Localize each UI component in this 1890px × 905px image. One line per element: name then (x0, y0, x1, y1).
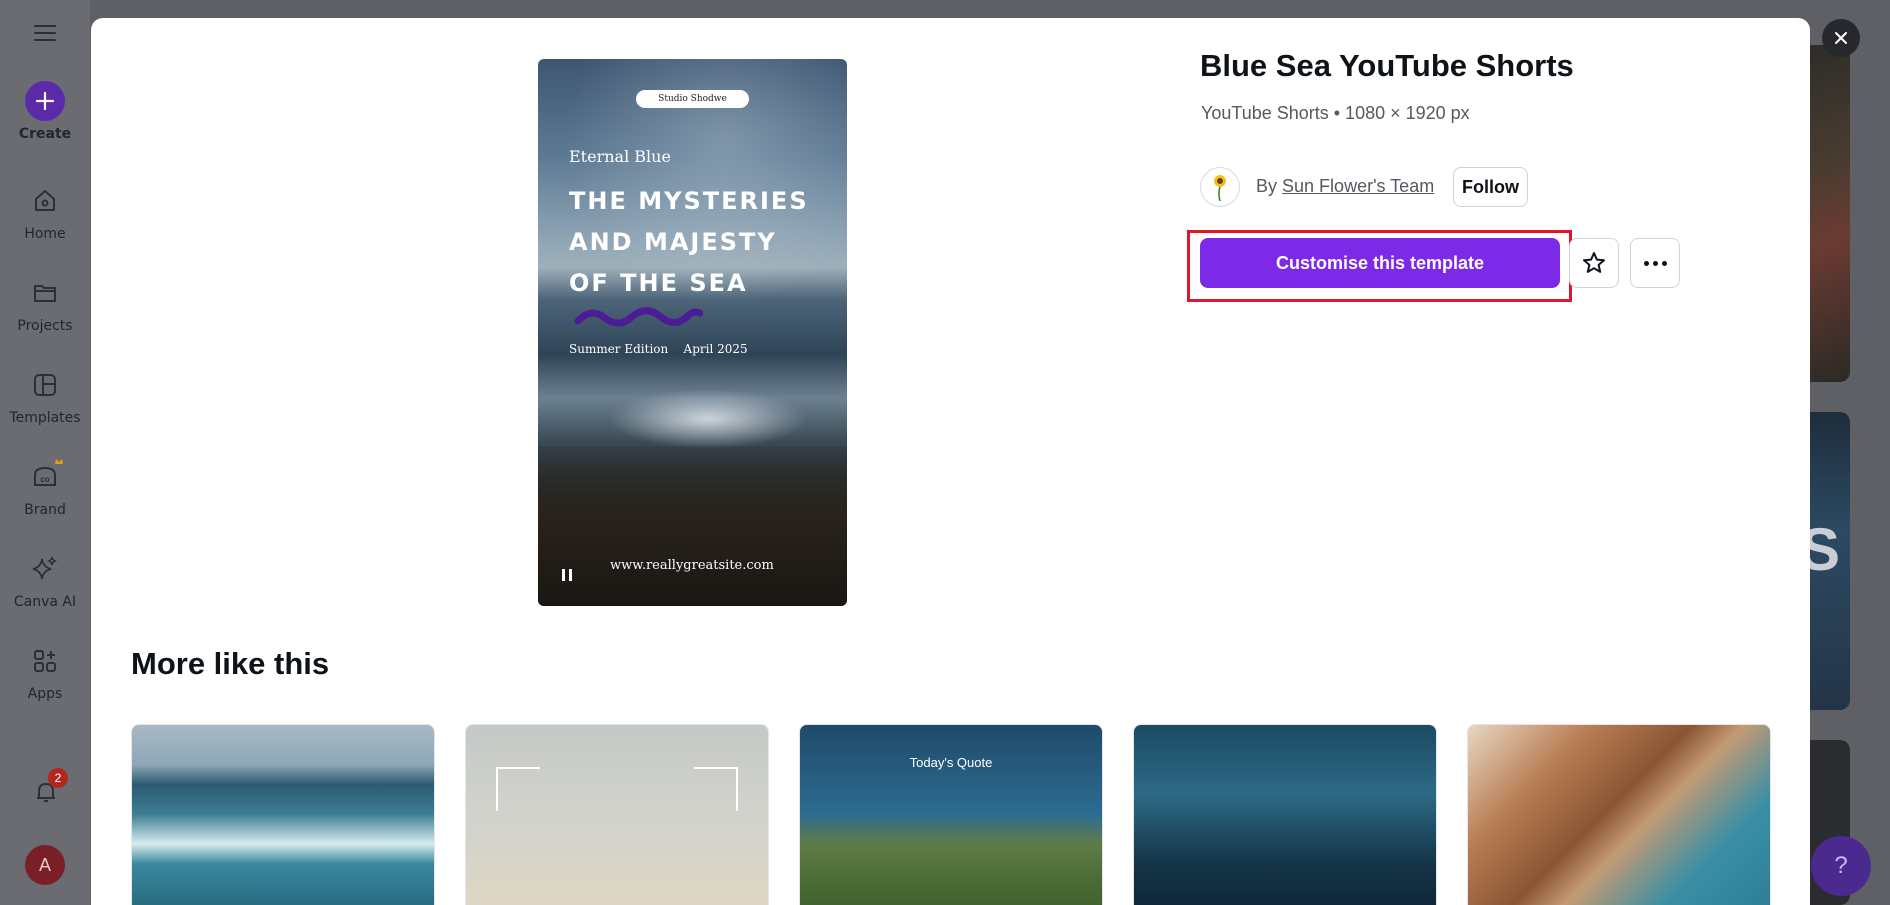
help-button[interactable]: ? (1811, 836, 1871, 896)
left-sidebar: Create Home Projects Templates co Brand … (0, 0, 90, 905)
template-preview[interactable]: Studio Shodwe Eternal Blue THE MYSTERIES… (538, 59, 847, 606)
create-icon (22, 78, 68, 124)
sidebar-item-label: Brand (24, 502, 66, 518)
templates-icon (22, 362, 68, 408)
sidebar-item-templates[interactable]: Templates (0, 362, 90, 426)
preview-edition: Summer Edition April 2025 (569, 342, 748, 356)
crown-badge-icon (55, 459, 63, 464)
preview-subtitle: Eternal Blue (569, 147, 671, 166)
sidebar-item-label: Canva AI (13, 594, 77, 610)
template-title: Blue Sea YouTube Shorts (1200, 48, 1574, 83)
preview-headline: THE MYSTERIES AND MAJESTY OF THE SEA (569, 187, 809, 297)
sparkle-icon (22, 546, 68, 592)
notifications-button[interactable]: 2 (24, 768, 68, 814)
sidebar-item-canva-ai[interactable]: Canva AI (0, 546, 90, 610)
svg-text:co: co (40, 475, 49, 484)
template-meta: YouTube Shorts • 1080 × 1920 px (1201, 103, 1470, 123)
sidebar-item-projects[interactable]: Projects (0, 270, 90, 334)
avatar[interactable]: A (25, 845, 65, 885)
preview-studio-label: Studio Shodwe (636, 90, 749, 108)
sidebar-item-label: Projects (17, 318, 73, 334)
sidebar-item-label: Create (18, 126, 72, 142)
favorite-button[interactable] (1569, 238, 1619, 288)
creator-avatar[interactable] (1200, 167, 1240, 207)
sidebar-item-brand[interactable]: co Brand (0, 454, 90, 518)
sidebar-item-create[interactable]: Create (0, 78, 90, 142)
apps-icon (22, 638, 68, 684)
sunflower-icon (1214, 175, 1226, 202)
sidebar-item-label: Home (24, 226, 66, 242)
follow-button[interactable]: Follow (1453, 167, 1528, 207)
customise-template-button[interactable]: Customise this template (1200, 238, 1560, 288)
sidebar-item-home[interactable]: Home (0, 178, 90, 242)
star-icon (1583, 252, 1605, 273)
sidebar-item-apps[interactable]: Apps (0, 638, 90, 702)
close-icon (1835, 32, 1847, 44)
sidebar-item-label: Templates (9, 410, 81, 426)
folder-icon (22, 270, 68, 316)
notification-count-badge: 2 (48, 768, 68, 788)
template-modal: Studio Shodwe Eternal Blue THE MYSTERIES… (91, 18, 1810, 905)
more-options-button[interactable] (1630, 238, 1680, 288)
squiggle-decoration (574, 307, 703, 327)
creator-link[interactable]: Sun Flower's Team (1282, 176, 1434, 196)
pause-button[interactable] (557, 565, 577, 585)
sidebar-item-label: Apps (27, 686, 63, 702)
menu-icon[interactable] (30, 20, 60, 46)
brand-icon: co (22, 454, 68, 500)
home-icon (22, 178, 68, 224)
close-modal-button[interactable] (1822, 19, 1860, 57)
creator-byline: By Sun Flower's Team (1256, 176, 1435, 196)
preview-url: www.reallygreatsite.com (610, 558, 774, 573)
